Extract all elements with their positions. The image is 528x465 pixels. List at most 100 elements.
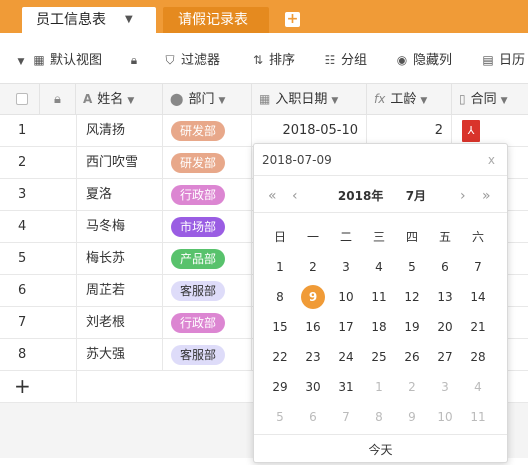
calendar-day-other-month[interactable]: 7 (330, 404, 362, 430)
tab-employee-info[interactable]: 员工信息表 ▼ (22, 7, 156, 33)
calendar-day[interactable]: 14 (462, 284, 494, 310)
column-header-dept[interactable]: ⬤ 部门 ▼ (163, 84, 252, 115)
tab-leave-records[interactable]: 请假记录表 (163, 7, 269, 33)
dept-cell[interactable]: 行政部 (163, 179, 252, 210)
calendar-day-other-month[interactable]: 2 (396, 374, 428, 400)
calendar-day[interactable]: 25 (363, 344, 395, 370)
lock-icon[interactable]: 🔒︎ (127, 50, 145, 70)
caret-down-icon[interactable]: ▼ (125, 7, 133, 33)
calendar-day[interactable]: 10 (330, 284, 362, 310)
dept-cell[interactable]: 客服部 (163, 275, 252, 306)
calendar-day[interactable]: 3 (330, 254, 362, 280)
select-all-cell[interactable] (0, 84, 40, 115)
calendar-day[interactable]: 24 (330, 344, 362, 370)
calendar-day-other-month[interactable]: 5 (264, 404, 296, 430)
calendar-day[interactable]: 12 (396, 284, 428, 310)
calendar-day[interactable]: 2 (297, 254, 329, 280)
calendar-day[interactable]: 17 (330, 314, 362, 340)
caret-down-icon[interactable]: ▼ (218, 96, 225, 106)
calendar-day-other-month[interactable]: 1 (363, 374, 395, 400)
today-button[interactable]: 今天 (254, 434, 507, 464)
date-cell[interactable]: 2018-05-10 (252, 115, 367, 146)
calendar-day[interactable]: 13 (429, 284, 461, 310)
close-icon[interactable]: x (488, 144, 495, 176)
tab-label: 员工信息表 (36, 12, 106, 28)
calendar-day[interactable]: 6 (429, 254, 461, 280)
contract-cell[interactable]: ⅄ (452, 115, 528, 146)
calendar-day[interactable]: 19 (396, 314, 428, 340)
calendar-day[interactable]: 16 (297, 314, 329, 340)
dept-cell[interactable]: 行政部 (163, 307, 252, 338)
calendar-year[interactable]: 2018年 (338, 189, 383, 203)
calendar-day-other-month[interactable]: 6 (297, 404, 329, 430)
column-header-date[interactable]: ▦ 入职日期 ▼ (252, 84, 367, 115)
name-cell[interactable]: 苏大强 (77, 339, 163, 370)
dept-cell[interactable]: 研发部 (163, 147, 252, 178)
calendar-day[interactable]: 22 (264, 344, 296, 370)
years-cell[interactable]: 2 (367, 115, 452, 146)
calendar-day[interactable]: 20 (429, 314, 461, 340)
column-header-contract[interactable]: ▯ 合同 ▼ (452, 84, 528, 115)
dept-cell[interactable]: 产品部 (163, 243, 252, 274)
calendar-day[interactable]: 27 (429, 344, 461, 370)
calendar-day-other-month[interactable]: 4 (462, 374, 494, 400)
name-cell[interactable]: 刘老根 (77, 307, 163, 338)
row-number: 3 (0, 179, 77, 210)
calendar-day[interactable]: 1 (264, 254, 296, 280)
calendar-day[interactable]: 30 (297, 374, 329, 400)
hide-columns-button[interactable]: ◉ 隐藏列 (395, 50, 452, 70)
caret-down-icon[interactable]: ▼ (420, 96, 427, 106)
name-cell[interactable]: 马冬梅 (77, 211, 163, 242)
calendar-day[interactable]: 11 (363, 284, 395, 310)
calendar-day[interactable]: 8 (264, 284, 296, 310)
calendar-day[interactable]: 31 (330, 374, 362, 400)
calendar-day[interactable]: 4 (363, 254, 395, 280)
dept-tag: 客服部 (171, 344, 226, 365)
calendar-day[interactable]: 21 (462, 314, 494, 340)
name-cell[interactable]: 周芷若 (77, 275, 163, 306)
name-cell[interactable]: 风清扬 (77, 115, 163, 146)
prev-year-icon[interactable]: « (268, 184, 277, 208)
dept-cell[interactable]: 客服部 (163, 339, 252, 370)
row-number: 8 (0, 339, 77, 370)
dept-cell[interactable]: 市场部 (163, 211, 252, 242)
name-cell[interactable]: 西门吹雪 (77, 147, 163, 178)
name-cell[interactable]: 夏洛 (77, 179, 163, 210)
filter-button[interactable]: ⛉ 过滤器 (163, 50, 220, 70)
caret-down-icon[interactable]: ▼ (501, 96, 508, 106)
column-header-name[interactable]: A 姓名 ▼ (76, 84, 163, 115)
column-header-years[interactable]: fx 工龄 ▼ (367, 84, 452, 115)
calendar-day[interactable]: 26 (396, 344, 428, 370)
calendar-day[interactable]: 28 (462, 344, 494, 370)
calendar-day[interactable]: 23 (297, 344, 329, 370)
calendar-view-button[interactable]: ▤ 日历 (481, 50, 525, 70)
calendar-day-other-month[interactable]: 8 (363, 404, 395, 430)
column-label: 姓名 (97, 92, 124, 107)
calendar-day-other-month[interactable]: 11 (462, 404, 494, 430)
add-row-button[interactable]: + (0, 371, 77, 402)
group-button[interactable]: ☷ 分组 (323, 50, 367, 70)
checkbox[interactable] (16, 93, 28, 105)
calendar-day[interactable]: 7 (462, 254, 494, 280)
calendar-day-other-month[interactable]: 10 (429, 404, 461, 430)
calendar-day-selected[interactable]: 9 (297, 284, 329, 310)
pdf-file-icon[interactable]: ⅄ (462, 119, 480, 142)
sort-button[interactable]: ⇅ 排序 (251, 50, 295, 70)
prev-month-icon[interactable]: ‹ (292, 184, 298, 208)
add-tab-icon[interactable]: + (285, 12, 300, 27)
calendar-day[interactable]: 29 (264, 374, 296, 400)
date-input[interactable]: 2018-07-09 x (254, 144, 507, 176)
caret-down-icon[interactable]: ▼ (127, 96, 134, 106)
view-selector[interactable]: ▼ ▦ 默认视图 (14, 50, 102, 70)
calendar-month[interactable]: 7月 (406, 189, 426, 203)
next-month-icon[interactable]: › (460, 184, 466, 208)
next-year-icon[interactable]: » (482, 184, 491, 208)
calendar-day-other-month[interactable]: 9 (396, 404, 428, 430)
calendar-day[interactable]: 18 (363, 314, 395, 340)
name-cell[interactable]: 梅长苏 (77, 243, 163, 274)
calendar-day[interactable]: 5 (396, 254, 428, 280)
caret-down-icon[interactable]: ▼ (331, 96, 338, 106)
calendar-day[interactable]: 15 (264, 314, 296, 340)
calendar-day-other-month[interactable]: 3 (429, 374, 461, 400)
dept-cell[interactable]: 研发部 (163, 115, 252, 146)
